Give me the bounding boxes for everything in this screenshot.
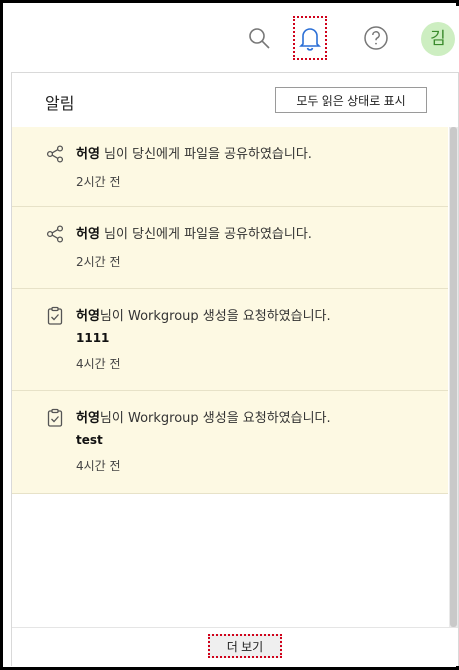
notification-item[interactable]: 허영님이 Workgroup 생성을 요청하였습니다. test 4시간 전	[12, 391, 448, 494]
notification-message: 님이 당신에게 파일을 공유하였습니다.	[99, 147, 312, 162]
notification-detail: 1111	[76, 331, 110, 345]
panel-footer: 더 보기	[12, 627, 458, 666]
notification-text: 허영님이 Workgroup 생성을 요청하였습니다.	[76, 407, 331, 426]
more-button[interactable]: 더 보기	[208, 634, 282, 658]
sender-name: 허영	[76, 147, 100, 162]
app-frame: 김 알림 모두 읽은 상태로 표시 허영 님이 당신에게 파일을 공유하였습니다…	[0, 0, 459, 670]
notification-list: 허영 님이 당신에게 파일을 공유하였습니다. 2시간 전 허영 님이 당신에게…	[12, 127, 448, 494]
notification-item[interactable]: 허영 님이 당신에게 파일을 공유하였습니다. 2시간 전	[12, 207, 448, 289]
share-icon	[45, 224, 65, 244]
user-avatar[interactable]: 김	[421, 22, 455, 56]
share-icon	[45, 144, 65, 164]
bell-icon[interactable]	[293, 16, 327, 60]
notification-text: 허영 님이 당신에게 파일을 공유하였습니다.	[76, 143, 312, 162]
mark-all-read-button[interactable]: 모두 읽은 상태로 표시	[275, 87, 427, 113]
top-bar: 김	[6, 6, 459, 72]
panel-header: 알림 모두 읽은 상태로 표시	[12, 73, 458, 125]
notification-time: 4시간 전	[76, 459, 121, 473]
search-icon[interactable]	[244, 21, 274, 55]
notification-message: 님이 당신에게 파일을 공유하였습니다.	[99, 227, 312, 242]
notification-text: 허영님이 Workgroup 생성을 요청하였습니다.	[76, 305, 331, 324]
clipboard-check-icon	[45, 408, 65, 428]
help-icon[interactable]	[361, 21, 391, 55]
notification-text: 허영 님이 당신에게 파일을 공유하였습니다.	[76, 223, 312, 242]
clipboard-check-icon	[45, 306, 65, 326]
scrollbar[interactable]	[449, 127, 458, 627]
notification-time: 2시간 전	[76, 255, 121, 269]
notification-panel: 알림 모두 읽은 상태로 표시 허영 님이 당신에게 파일을 공유하였습니다. …	[11, 72, 459, 666]
notification-message: 님이 Workgroup 생성을 요청하였습니다.	[99, 411, 331, 426]
notification-detail: test	[76, 433, 103, 447]
panel-title: 알림	[45, 94, 75, 113]
sender-name: 허영	[76, 411, 100, 426]
notification-time: 2시간 전	[76, 175, 121, 189]
notification-item[interactable]: 허영 님이 당신에게 파일을 공유하였습니다. 2시간 전	[12, 127, 448, 207]
scrollbar-thumb[interactable]	[450, 127, 457, 627]
sender-name: 허영	[76, 309, 100, 324]
notification-message: 님이 Workgroup 생성을 요청하였습니다.	[99, 309, 331, 324]
notification-item[interactable]: 허영님이 Workgroup 생성을 요청하였습니다. 1111 4시간 전	[12, 289, 448, 391]
notification-time: 4시간 전	[76, 357, 121, 371]
sender-name: 허영	[76, 227, 100, 242]
